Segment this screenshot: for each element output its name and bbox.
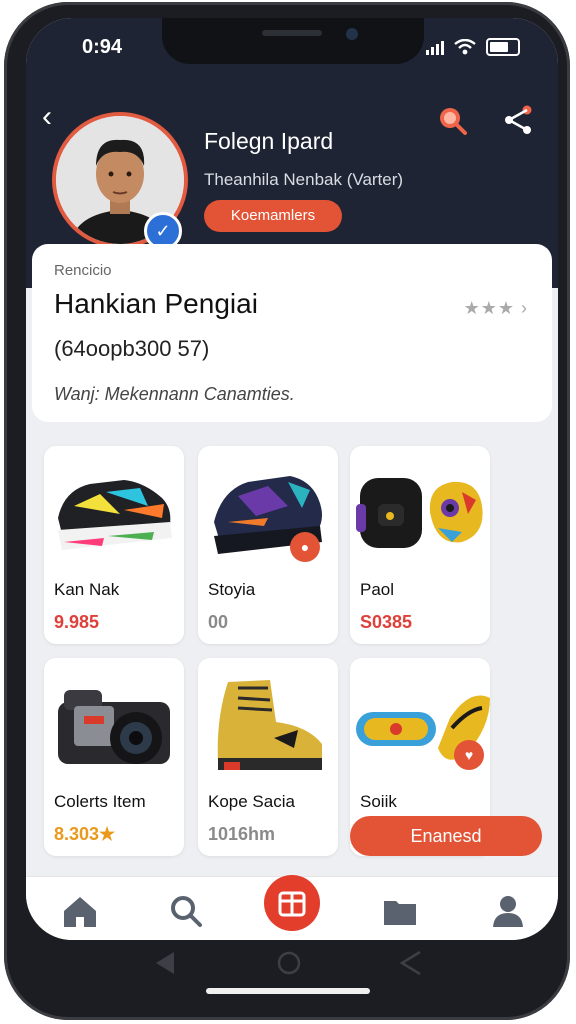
gift-icon: [278, 891, 306, 917]
product-price: 1016hm: [208, 824, 276, 844]
product-card[interactable]: Paol S0385: [350, 446, 490, 644]
screen: 0:94 ‹ ✓ Folegn Ipard Theanhila Nenbak (…: [26, 18, 558, 940]
wifi-icon: [454, 39, 476, 55]
status-time: 0:94: [82, 36, 123, 58]
rating-stars-icon[interactable]: ★★★ ›: [464, 298, 528, 319]
product-price: S0385: [360, 612, 413, 632]
action-button[interactable]: Enanesd: [350, 816, 542, 856]
product-price: 00: [208, 612, 229, 632]
favorite-badge-icon: ♥: [454, 740, 484, 770]
signal-icon: [426, 39, 444, 55]
product-name: Kope Sacia: [208, 792, 295, 811]
nav-back-icon[interactable]: [154, 950, 176, 976]
product-card[interactable]: Colerts Item 8.303★: [44, 658, 184, 856]
product-price: 9.985: [54, 612, 100, 632]
search-icon[interactable]: [434, 102, 470, 138]
product-card[interactable]: Kope Sacia 1016hm: [198, 658, 338, 856]
product-card[interactable]: Kan Nak 9.985: [44, 446, 184, 644]
card-title: Hankian Pengiai: [54, 288, 258, 319]
product-name: Soiik: [360, 792, 397, 811]
store-subtitle: Theanhila Nenbak (Varter): [204, 170, 404, 189]
card-stats: (64oopb300 57): [54, 336, 210, 361]
product-name: Colerts Item: [54, 792, 146, 811]
notch: [162, 18, 424, 64]
card-eyebrow: Rencicio: [54, 262, 112, 279]
discount-badge-icon: ●: [290, 532, 320, 562]
search-tab-icon[interactable]: [166, 891, 206, 931]
battery-icon: [486, 38, 520, 56]
product-name: Kan Nak: [54, 580, 120, 599]
center-action-button[interactable]: [264, 875, 320, 931]
boot-icon: [217, 680, 322, 770]
rating-star-icon: ★: [99, 824, 116, 844]
store-info-card[interactable]: Rencicio Hankian Pengiai ★★★ › (64oopb30…: [32, 244, 552, 422]
sneaker-icon: [214, 476, 322, 554]
back-button[interactable]: ‹: [42, 100, 52, 134]
store-name: Folegn Ipard: [204, 128, 334, 154]
product-price: 8.303★: [54, 824, 116, 844]
nav-recents-icon[interactable]: [400, 950, 422, 976]
share-icon[interactable]: [500, 102, 536, 138]
status-icons: [426, 38, 520, 56]
nav-home-icon[interactable]: [276, 950, 302, 976]
product-name: Paol: [360, 580, 395, 599]
phone-frame: 0:94 ‹ ✓ Folegn Ipard Theanhila Nenbak (…: [4, 2, 570, 1020]
camera-icon: [58, 690, 170, 764]
home-icon[interactable]: [60, 891, 100, 931]
sneaker-icon: [58, 480, 172, 550]
bottom-tab-bar: [26, 875, 558, 940]
profile-icon[interactable]: [488, 891, 528, 931]
product-card[interactable]: ● Stoyia 00: [198, 446, 338, 644]
card-footer: Wanj: Mekennann Canamties.: [54, 384, 295, 404]
folder-icon[interactable]: [380, 891, 420, 931]
home-indicator[interactable]: [206, 988, 370, 994]
follow-button[interactable]: Koemamlers: [204, 200, 342, 232]
product-name: Stoyia: [208, 580, 256, 599]
speaker: [262, 30, 322, 36]
toy-mask-icon: [429, 481, 483, 543]
front-camera: [346, 28, 358, 40]
